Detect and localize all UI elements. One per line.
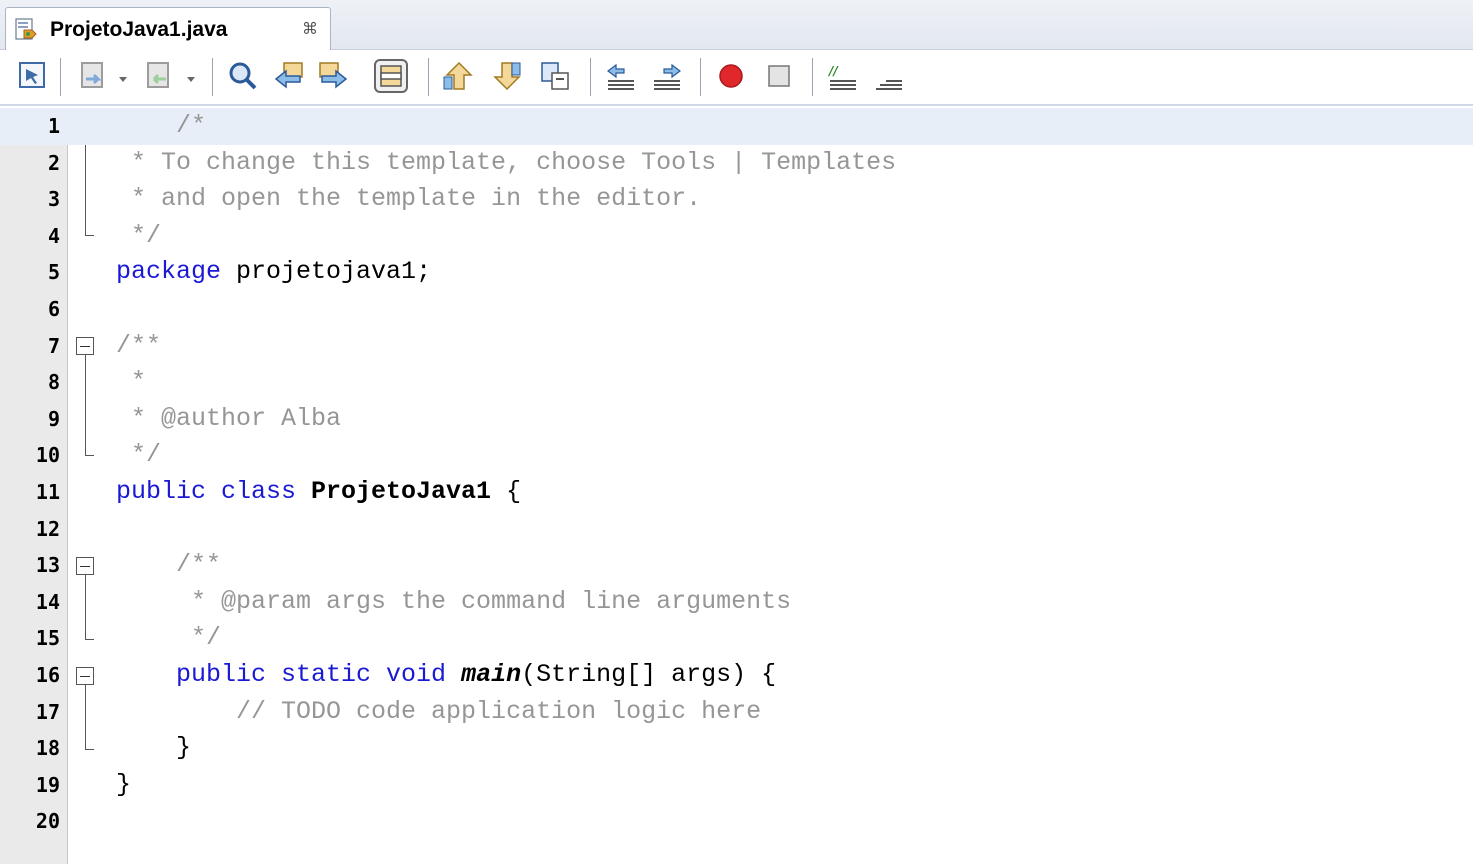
line-number: 20 xyxy=(35,809,60,834)
line-number: 5 xyxy=(47,260,60,285)
editor-toolbar: // xyxy=(0,50,1473,106)
code-text: public static void main(String[] args) { xyxy=(116,657,776,694)
code-line[interactable]: 9 * @author Alba xyxy=(0,401,1473,438)
keyword: public class xyxy=(116,477,297,506)
line-number: 3 xyxy=(47,187,60,212)
code-line[interactable]: 14 * @param args the command line argume… xyxy=(0,584,1473,621)
line-number: 19 xyxy=(35,772,60,797)
forward-icon[interactable] xyxy=(142,59,176,93)
code-text: */ xyxy=(116,440,162,470)
code-line[interactable]: 3 * and open the template in the editor. xyxy=(0,181,1473,218)
code-text: } xyxy=(116,769,132,799)
method-name: main xyxy=(461,660,522,689)
code-text: * @param args the command line arguments xyxy=(116,586,792,616)
last-edit-icon[interactable] xyxy=(16,59,50,93)
line-number: 14 xyxy=(35,589,60,614)
comment-icon[interactable]: // xyxy=(826,59,860,93)
code-text: * To change this template, choose Tools … xyxy=(116,147,897,177)
back-icon[interactable] xyxy=(76,59,110,93)
code-line[interactable]: 8 * xyxy=(0,364,1473,401)
code-line[interactable]: 13 /** xyxy=(0,547,1473,584)
code-text: /* xyxy=(116,111,207,140)
code-line[interactable]: 15 */ xyxy=(0,620,1473,657)
close-icon[interactable]: ⌘ xyxy=(302,21,318,37)
editor-tab-strip: ProjetoJava1.java ⌘ xyxy=(0,0,1473,51)
code-line[interactable]: 12 xyxy=(0,511,1473,548)
code-line[interactable]: 4 */ xyxy=(0,218,1473,255)
line-number: 18 xyxy=(35,736,60,761)
code-text: */ xyxy=(116,220,162,250)
find-previous-icon[interactable] xyxy=(272,59,306,93)
chevron-down-icon[interactable] xyxy=(118,69,128,82)
line-number: 11 xyxy=(35,480,60,504)
code-text: // TODO code application logic here xyxy=(116,696,762,726)
java-file-icon xyxy=(14,16,40,42)
next-bookmark-icon[interactable] xyxy=(490,59,524,93)
find-selection-icon[interactable] xyxy=(226,59,260,93)
tab-title: ProjetoJava1.java xyxy=(50,18,228,41)
line-number: 1 xyxy=(47,114,60,138)
toggle-bookmark-icon[interactable] xyxy=(538,59,572,93)
code-line[interactable]: 1 /* xyxy=(0,108,1473,145)
editor-tab[interactable]: ProjetoJava1.java ⌘ xyxy=(5,7,331,51)
keyword: package xyxy=(116,257,222,287)
code-text: */ xyxy=(116,623,222,653)
start-macro-icon[interactable] xyxy=(714,59,748,93)
toggle-highlight-icon[interactable] xyxy=(374,59,408,93)
line-number: 10 xyxy=(35,443,60,468)
class-name: ProjetoJava1 xyxy=(296,477,492,506)
code-text: } xyxy=(116,733,192,763)
code-text: /** xyxy=(116,330,162,360)
code-line[interactable]: 5 package projetojava1; xyxy=(0,254,1473,291)
code-line[interactable]: 17 // TODO code application logic here xyxy=(0,694,1473,731)
code-text: * and open the template in the editor. xyxy=(116,184,702,214)
stop-macro-icon[interactable] xyxy=(762,59,796,93)
punctuation: { xyxy=(491,477,522,506)
code-line[interactable]: 20 xyxy=(0,803,1473,840)
line-number: 7 xyxy=(47,333,60,358)
svg-text://: // xyxy=(827,64,839,78)
code-line[interactable]: 10 */ xyxy=(0,437,1473,474)
line-number: 8 xyxy=(47,370,60,395)
code-text: package projetojava1; xyxy=(116,254,431,291)
code-line[interactable]: 7 /** xyxy=(0,328,1473,365)
code-line[interactable]: 16 public static void main(String[] args… xyxy=(0,657,1473,694)
package-name: projetojava1; xyxy=(221,257,432,287)
code-line[interactable]: 6 xyxy=(0,291,1473,328)
shift-left-icon[interactable] xyxy=(604,59,638,93)
uncomment-icon[interactable] xyxy=(872,59,906,93)
line-number: 9 xyxy=(47,406,60,431)
line-number: 17 xyxy=(35,699,60,724)
chevron-down-icon[interactable] xyxy=(186,69,196,82)
parameters: (String[] args) { xyxy=(521,660,777,689)
code-text: /** xyxy=(116,550,222,580)
shift-right-icon[interactable] xyxy=(650,59,684,93)
code-text: public class ProjetoJava1 { xyxy=(116,474,521,511)
code-line[interactable]: 19 } xyxy=(0,767,1473,804)
code-line[interactable]: 18 } xyxy=(0,730,1473,767)
line-number: 4 xyxy=(47,223,60,248)
code-line[interactable]: 11 public class ProjetoJava1 { xyxy=(0,474,1473,511)
line-number: 12 xyxy=(35,516,60,541)
line-number: 16 xyxy=(35,663,60,687)
line-number: 6 xyxy=(47,297,60,321)
code-text: * @author Alba xyxy=(116,403,342,433)
find-next-icon[interactable] xyxy=(316,59,350,93)
previous-bookmark-icon[interactable] xyxy=(442,59,476,93)
line-number: 15 xyxy=(35,626,60,651)
code-line[interactable]: 2 * To change this template, choose Tool… xyxy=(0,145,1473,182)
keyword: public static void xyxy=(176,660,447,689)
code-text: * xyxy=(116,367,147,397)
line-number: 2 xyxy=(47,150,60,175)
line-number: 13 xyxy=(35,553,60,578)
code-editor[interactable]: 1 /* 2 * To change this template, choose… xyxy=(0,108,1473,864)
